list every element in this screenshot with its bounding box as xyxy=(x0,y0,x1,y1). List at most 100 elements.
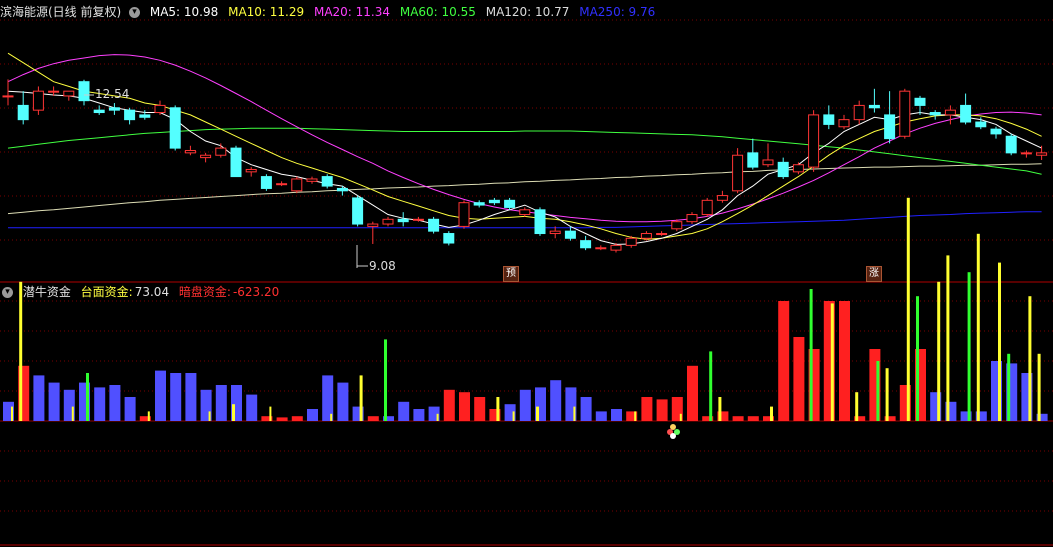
fund-line xyxy=(1028,296,1032,421)
candlesticks xyxy=(2,79,1048,253)
fund-bar xyxy=(732,416,744,421)
fund-line xyxy=(770,406,773,421)
stock-chart: 12.54 9.08 xyxy=(0,19,1053,546)
candle-body xyxy=(382,218,394,225)
candle-body xyxy=(78,81,90,102)
candle xyxy=(108,103,120,115)
candle-body xyxy=(473,202,485,206)
main-chart-header: 滨海能源(日线 前复权) ▾ MA5: 10.98 MA10: 11.29 MA… xyxy=(0,3,661,21)
fund-line xyxy=(496,397,500,421)
candle-body xyxy=(853,104,865,121)
fund-bar xyxy=(839,301,850,421)
candle-body xyxy=(929,112,941,116)
candle xyxy=(488,197,500,206)
fund-bar xyxy=(337,382,349,421)
candle xyxy=(595,245,607,251)
candle-body xyxy=(792,164,804,173)
candle xyxy=(200,152,212,163)
candle-body xyxy=(899,90,911,137)
fund-line xyxy=(709,351,713,421)
candle-body xyxy=(914,97,926,106)
candle xyxy=(169,105,181,151)
chevron-down-icon[interactable]: ▾ xyxy=(129,7,141,18)
fund-bar xyxy=(124,397,136,421)
fund-bar xyxy=(550,380,562,421)
candle xyxy=(260,174,272,191)
candle-body xyxy=(397,218,409,223)
candle xyxy=(352,195,364,227)
forecast-tag: 预 xyxy=(503,266,519,282)
signal-dots xyxy=(667,424,680,439)
ma20-value: MA20: 11.34 xyxy=(313,5,391,19)
candle xyxy=(823,105,835,130)
candle xyxy=(868,88,880,113)
fund-bar xyxy=(459,392,470,421)
candle xyxy=(1005,133,1017,156)
fund-bar xyxy=(398,401,410,421)
candle-body xyxy=(640,233,652,239)
candle xyxy=(306,176,318,184)
fund-line xyxy=(855,392,859,421)
fund-line xyxy=(536,406,539,421)
candle xyxy=(944,105,956,125)
candle-body xyxy=(93,109,105,114)
candle xyxy=(853,100,865,125)
fund-bar xyxy=(519,389,531,421)
candle-body xyxy=(534,209,546,235)
fund-bar xyxy=(276,417,288,421)
fund-tick xyxy=(71,406,74,421)
candle-body xyxy=(184,149,196,154)
candle xyxy=(428,216,440,234)
candle xyxy=(1036,145,1048,160)
candle-body xyxy=(108,107,120,111)
open-fund-value: 73.04 xyxy=(134,285,170,299)
fund-bar xyxy=(48,382,60,421)
candle xyxy=(93,105,105,115)
candle-body xyxy=(336,187,348,192)
fund-line xyxy=(86,373,89,421)
fund-bar xyxy=(443,389,455,421)
candle xyxy=(884,91,896,144)
candle xyxy=(929,110,941,120)
fund-bar xyxy=(291,416,303,421)
candle-body xyxy=(488,199,500,204)
candle-body xyxy=(276,183,288,186)
candle xyxy=(245,167,257,177)
candle-body xyxy=(1005,135,1017,154)
dark-fund-label: 暗盘资金: xyxy=(178,285,231,299)
candle-body xyxy=(549,230,561,235)
fund-line xyxy=(1037,353,1041,421)
candle xyxy=(899,88,911,139)
fund-line xyxy=(946,255,950,421)
candle-body xyxy=(428,218,440,232)
ma60-value: MA60: 10.55 xyxy=(399,5,476,19)
ma5-line xyxy=(7,90,1042,245)
rise-tag: 涨 xyxy=(866,266,882,282)
candle-body xyxy=(245,168,257,173)
fund-line xyxy=(1007,353,1011,421)
candle xyxy=(2,79,14,106)
fund-line xyxy=(885,368,889,421)
candle-body xyxy=(321,176,333,187)
fund-tick xyxy=(512,411,515,421)
fund-bar xyxy=(109,385,121,421)
fund-bar xyxy=(94,387,106,421)
candle xyxy=(443,231,455,246)
candle xyxy=(124,107,136,125)
candle-body xyxy=(412,218,424,221)
fund-line xyxy=(384,339,387,421)
fund-bar xyxy=(595,411,607,421)
chevron-down-icon[interactable]: ▾ xyxy=(2,287,13,298)
fund-bar xyxy=(580,397,592,421)
candle-body xyxy=(169,107,181,149)
candle-body xyxy=(32,90,44,111)
candle xyxy=(78,79,90,106)
fund-tick xyxy=(208,411,211,421)
candle-body xyxy=(260,176,272,189)
candle xyxy=(732,148,744,194)
candle-body xyxy=(990,128,1002,135)
candle xyxy=(534,207,546,236)
candle-body xyxy=(367,223,379,227)
candle-body xyxy=(595,247,607,250)
fund-bar xyxy=(307,409,318,421)
